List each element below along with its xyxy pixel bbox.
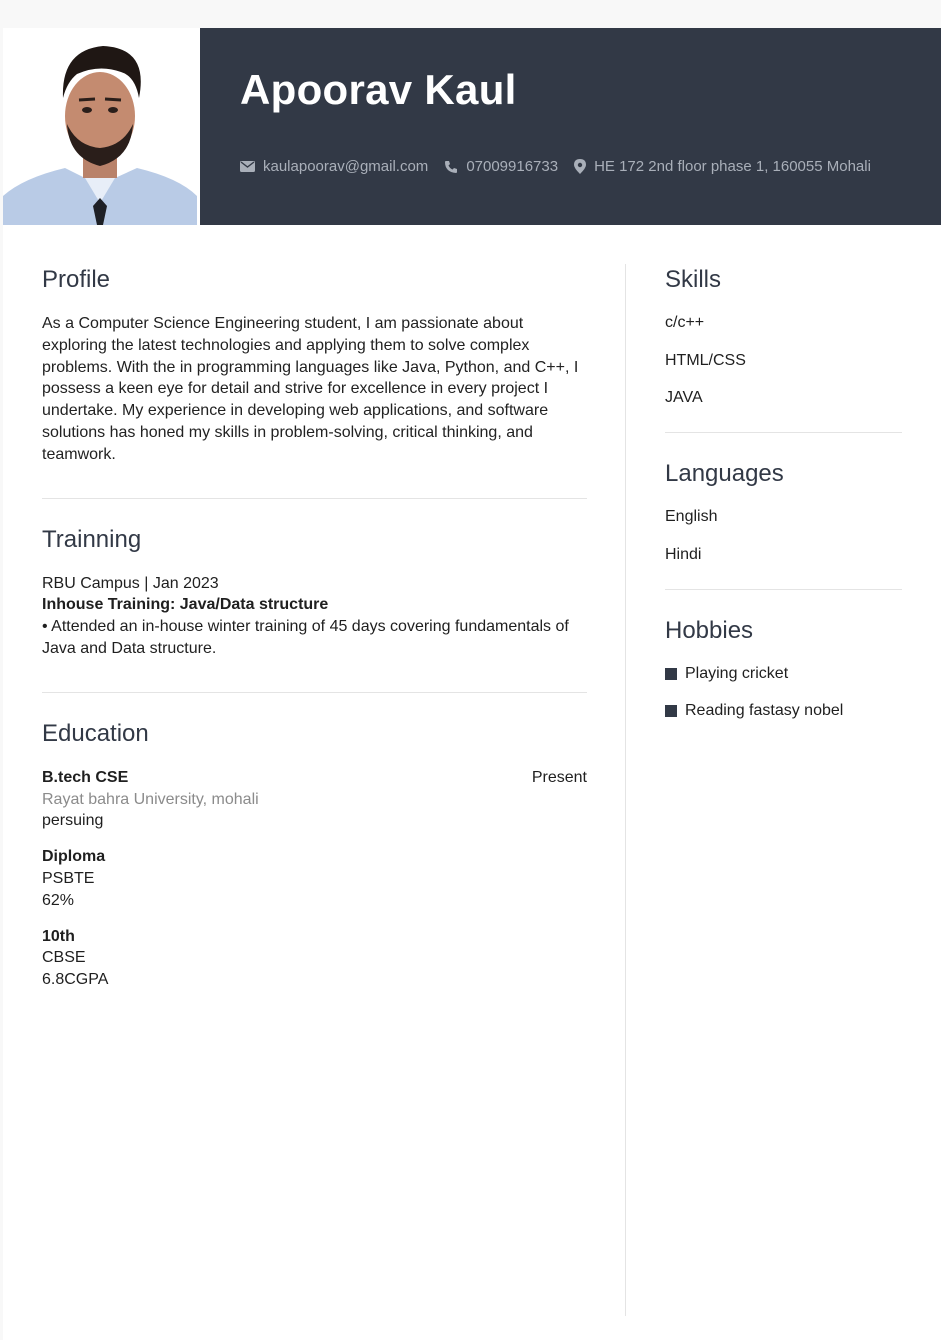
education-degree: B.tech CSE xyxy=(42,768,129,786)
side-column: Skills c/c++ HTML/CSS JAVA Languages Eng… xyxy=(665,265,902,739)
map-pin-icon xyxy=(574,159,587,174)
square-bullet-icon xyxy=(665,667,677,680)
divider xyxy=(42,691,587,693)
language-item: Hindi xyxy=(665,545,702,563)
education-detail: persuing xyxy=(42,812,104,830)
languages-section: Languages English Hindi xyxy=(665,459,902,565)
profile-section: Profile As a Computer Science Engineerin… xyxy=(42,265,587,466)
email-text: kaulapoorav@gmail.com xyxy=(263,158,429,175)
square-bullet-icon xyxy=(665,705,677,717)
section-title-education: Education xyxy=(42,719,149,747)
hobby-item: Reading fastasy nobel xyxy=(665,701,902,721)
skill-item: c/c++ xyxy=(665,314,705,331)
education-degree: 10th xyxy=(42,927,75,945)
contact-address: HE 172 2nd floor phase 1, 160055 Mohali xyxy=(574,158,871,175)
education-detail: 62% xyxy=(42,891,75,909)
education-institute: CBSE xyxy=(42,949,86,967)
education-section: Education B.tech CSE Present Rayat bahra… xyxy=(42,719,587,991)
education-institute: PSBTE xyxy=(42,869,95,887)
section-title-hobbies: Hobbies xyxy=(665,616,754,644)
language-item: English xyxy=(665,508,718,525)
skill-item: HTML/CSS xyxy=(665,351,746,369)
section-title-skills: Skills xyxy=(665,266,722,293)
main-column: Profile As a Computer Science Engineerin… xyxy=(42,265,587,1005)
phone-text: 07009916733 xyxy=(466,158,559,175)
resume-header: Apoorav Kaul kaulapoorav@gmail.com 07009… xyxy=(3,28,941,225)
section-title-training: Trainning xyxy=(42,525,142,553)
contact-email[interactable]: kaulapoorav@gmail.com xyxy=(240,158,428,175)
header-banner: Apoorav Kaul kaulapoorav@gmail.com 07009… xyxy=(200,28,941,225)
section-title-profile: Profile xyxy=(42,266,111,293)
education-date: Present xyxy=(531,768,587,786)
phone-icon xyxy=(445,160,458,173)
training-org-date: RBU Campus | Jan 2023 xyxy=(42,574,219,592)
profile-text: As a Computer Science Engineering studen… xyxy=(42,315,579,463)
skills-section: Skills c/c++ HTML/CSS JAVA xyxy=(665,265,902,408)
education-degree: Diploma xyxy=(42,848,106,866)
education-item: B.tech CSE Present Rayat bahra Universit… xyxy=(42,767,587,832)
profile-photo xyxy=(3,28,197,225)
address-text: HE 172 2nd floor phase 1, 160055 Mohali xyxy=(594,158,871,175)
hobby-label: Playing cricket xyxy=(685,664,789,682)
column-divider xyxy=(625,264,626,1316)
skill-item: JAVA xyxy=(665,389,703,406)
section-title-languages: Languages xyxy=(665,460,784,487)
hobby-item: Playing cricket xyxy=(665,664,902,684)
education-item: Diploma PSBTE 62% xyxy=(42,846,587,911)
hobby-label: Reading fastasy nobel xyxy=(685,702,844,719)
resume-page: Apoorav Kaul kaulapoorav@gmail.com 07009… xyxy=(3,28,941,1340)
education-item: 10th CBSE 6.8CGPA xyxy=(42,926,587,991)
education-institute: Rayat bahra University, mohali xyxy=(42,790,259,808)
candidate-name: Apoorav Kaul xyxy=(240,66,517,113)
divider xyxy=(665,432,902,433)
training-section: Trainning RBU Campus | Jan 2023 Inhouse … xyxy=(42,525,587,660)
contact-phone[interactable]: 07009916733 xyxy=(444,158,558,175)
divider xyxy=(665,588,902,590)
training-bullet: • Attended an in-house winter training o… xyxy=(42,618,569,657)
hobbies-section: Hobbies Playing cricket Reading fastasy … xyxy=(665,616,902,722)
divider xyxy=(42,497,587,499)
education-detail: 6.8CGPA xyxy=(42,971,109,989)
training-role: Inhouse Training: Java/Data structure xyxy=(42,596,329,614)
contact-row: kaulapoorav@gmail.com 07009916733 HE 172… xyxy=(240,158,887,175)
envelope-icon xyxy=(240,161,255,172)
